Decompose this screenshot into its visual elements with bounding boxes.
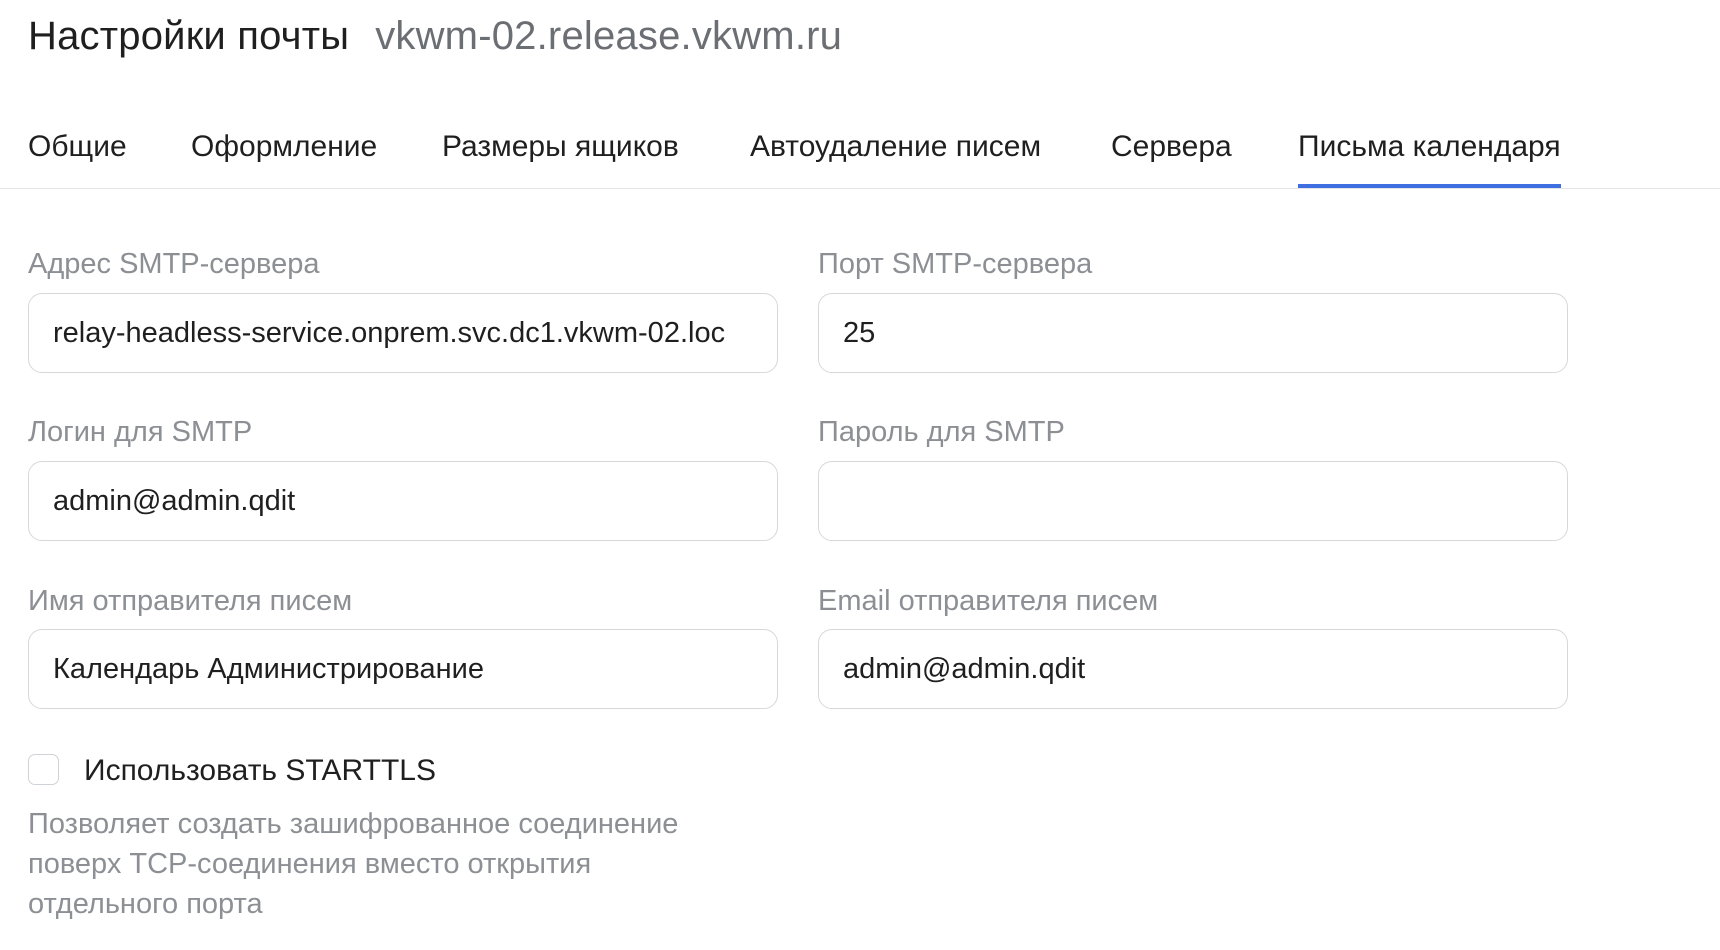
settings-tabs: Общие Оформление Размеры ящиков Автоудал…	[0, 118, 1720, 189]
starttls-hint: Позволяет создать зашифрованное соединен…	[28, 808, 679, 920]
sender-email-label: Email отправителя писем	[818, 585, 1159, 617]
sender-name-input[interactable]	[28, 629, 778, 709]
smtp-port-label: Порт SMTP-сервера	[818, 248, 1093, 280]
smtp-login-input[interactable]	[28, 461, 778, 541]
domain-name: vkwm-02.release.vkwm.ru	[375, 14, 843, 58]
page-header: Настройки почты vkwm-02.release.vkwm.ru	[28, 14, 842, 59]
tab-calendar-letters[interactable]: Письма календаря	[1298, 130, 1561, 188]
sender-email-input[interactable]	[818, 629, 1568, 709]
smtp-port-input[interactable]	[818, 293, 1568, 373]
starttls-label[interactable]: Использовать STARTTLS	[84, 754, 436, 788]
tab-auto-delete[interactable]: Автоудаление писем	[750, 130, 1041, 188]
smtp-password-input[interactable]	[818, 461, 1568, 541]
page-title: Настройки почты	[28, 14, 350, 58]
smtp-password-label: Пароль для SMTP	[818, 416, 1065, 448]
starttls-checkbox[interactable]	[28, 754, 59, 785]
smtp-login-label: Логин для SMTP	[28, 416, 253, 448]
tab-appearance[interactable]: Оформление	[191, 130, 377, 188]
tab-general[interactable]: Общие	[28, 130, 127, 188]
sender-name-label: Имя отправителя писем	[28, 585, 353, 617]
tab-servers[interactable]: Сервера	[1111, 130, 1232, 188]
tab-mailbox-sizes[interactable]: Размеры ящиков	[442, 130, 679, 188]
smtp-host-label: Адрес SMTP-сервера	[28, 248, 320, 280]
smtp-host-input[interactable]	[28, 293, 778, 373]
